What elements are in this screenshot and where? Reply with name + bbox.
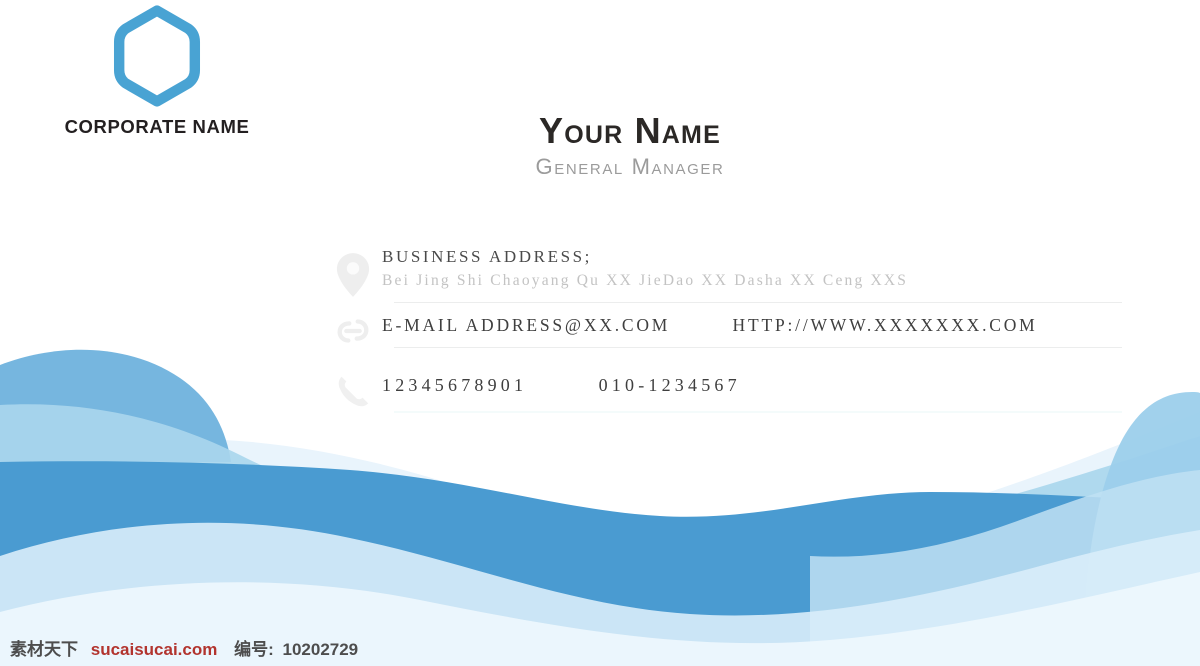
rounded-hexagon-outline-icon — [113, 5, 201, 107]
telephone-handset-icon — [338, 376, 369, 407]
wave-layer-right-mid — [810, 470, 1200, 666]
watermark-id-value: 10202729 — [282, 640, 359, 659]
email-value: E-MAIL ADDRESS@XX.COM — [382, 315, 671, 335]
watermark-id-label: 编号: — [234, 640, 274, 659]
contact-row-address: BUSINESS ADDRESS; Bei Jing Shi Chaoyang … — [332, 246, 1122, 306]
business-card-canvas: CORPORATE NAME Your Name General Manager… — [0, 0, 1200, 666]
divider-after-phone — [394, 411, 1122, 414]
contact-details: BUSINESS ADDRESS; Bei Jing Shi Chaoyang … — [332, 246, 1122, 426]
wave-layer-left-light — [0, 404, 1200, 666]
wave-layer-left-dome — [0, 349, 231, 462]
person-name: Your Name — [539, 110, 721, 151]
wave-layer-pale-base — [0, 412, 1200, 666]
phone-line: 12345678901 010-1234567 — [382, 366, 1072, 397]
watermark-site-url: sucaisucai.com — [90, 640, 218, 659]
web-line: E-MAIL ADDRESS@XX.COM HTTP://WWW.XXXXXXX… — [382, 306, 1072, 337]
address-label: BUSINESS ADDRESS; — [382, 247, 592, 266]
contact-row-phone: 12345678901 010-1234567 — [332, 366, 1122, 426]
address-value: Bei Jing Shi Chaoyang Qu XX JieDao XX Da… — [382, 271, 909, 289]
contact-row-web: E-MAIL ADDRESS@XX.COM HTTP://WWW.XXXXXXX… — [332, 306, 1122, 366]
job-title: General Manager — [535, 153, 725, 179]
website-value: HTTP://WWW.XXXXXXX.COM — [732, 315, 1038, 335]
map-pin-icon — [336, 253, 370, 297]
divider-after-address — [394, 302, 1122, 304]
watermark-site-cn: 素材天下 — [10, 640, 78, 659]
mobile-value: 12345678901 — [382, 375, 528, 395]
watermark: 素材天下 sucaisucai.com 编号: 10202729 — [10, 635, 358, 660]
identity-block: Your Name General Manager — [380, 110, 880, 180]
corporate-name: CORPORATE NAME — [64, 116, 250, 137]
divider-after-web — [394, 346, 1122, 348]
link-chain-icon — [337, 319, 369, 343]
logo-block: CORPORATE NAME — [52, 4, 262, 138]
landline-value: 010-1234567 — [598, 375, 741, 395]
wave-layer-right-rise — [1084, 392, 1200, 666]
